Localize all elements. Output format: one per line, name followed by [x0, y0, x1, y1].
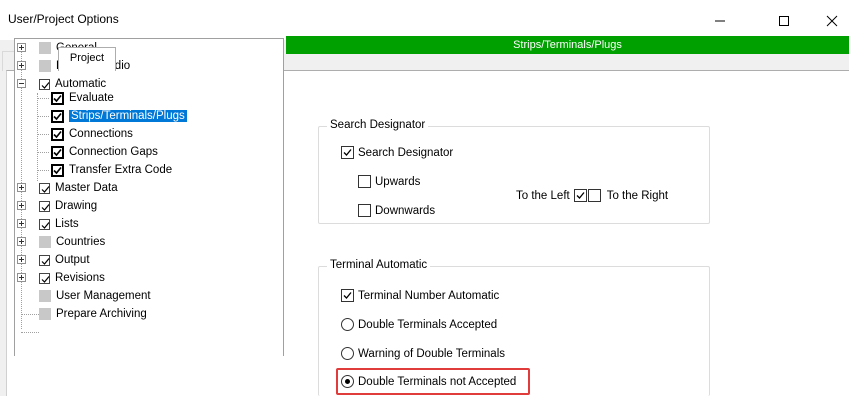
- check-icon: [51, 127, 64, 141]
- tree-item-label: Transfer Extra Code: [69, 164, 173, 176]
- expand-icon[interactable]: [17, 61, 26, 70]
- checkbox-label: Terminal Number Automatic: [358, 289, 500, 302]
- state-box: [39, 42, 51, 54]
- minimize-button[interactable]: [698, 6, 742, 36]
- search-designator-checkbox[interactable]: Search Designator: [341, 146, 453, 159]
- radio-warning-of-double-terminals[interactable]: Warning of Double Terminals: [341, 347, 505, 360]
- tree-item-countries[interactable]: Countries: [39, 233, 105, 251]
- tree-item-label: Connection Gaps: [69, 146, 158, 158]
- tree-item-connections[interactable]: Connections: [51, 125, 133, 143]
- checkbox-checked-icon: [341, 289, 354, 302]
- radio-double-terminals-accepted[interactable]: Double Terminals Accepted: [341, 318, 497, 331]
- check-icon: [39, 254, 50, 266]
- downwards-checkbox[interactable]: Downwards: [358, 204, 435, 217]
- to-the-right-checkbox[interactable]: [587, 189, 601, 202]
- check-icon: [51, 109, 64, 123]
- tree-item-master-data[interactable]: Master Data: [39, 179, 118, 197]
- checkbox-unchecked-icon: [358, 204, 371, 217]
- tab-project[interactable]: Project: [58, 47, 116, 71]
- expand-icon[interactable]: [17, 201, 26, 210]
- terminal-number-automatic-checkbox[interactable]: Terminal Number Automatic: [341, 289, 499, 302]
- check-icon: [39, 218, 50, 230]
- panel-header: Strips/Terminals/Plugs: [286, 36, 849, 54]
- group-title: Terminal Automatic: [327, 259, 431, 271]
- highlight-box: [336, 368, 530, 395]
- expand-icon[interactable]: [17, 237, 26, 246]
- tree-item-revisions[interactable]: Revisions: [39, 269, 105, 287]
- minimize-icon: [715, 20, 725, 22]
- upwards-checkbox[interactable]: Upwards: [358, 175, 420, 188]
- tree-item-label: User Management: [56, 290, 151, 302]
- tree-item-lists[interactable]: Lists: [39, 215, 79, 233]
- checkbox-label: Downwards: [375, 204, 436, 217]
- to-the-right-label: To the Right: [606, 189, 669, 202]
- checkbox-checked-icon: [341, 146, 354, 159]
- checkbox-label: Upwards: [375, 175, 421, 188]
- tree-item-output[interactable]: Output: [39, 251, 90, 269]
- checkbox-unchecked-icon: [358, 175, 371, 188]
- radio-label: Warning of Double Terminals: [358, 347, 506, 360]
- tree-item-drawing[interactable]: Drawing: [39, 197, 97, 215]
- tree-item-strips-terminals-plugs[interactable]: Strips/Terminals/Plugs: [51, 107, 187, 125]
- window-title: User/Project Options: [8, 12, 119, 26]
- tree-item-label: Drawing: [55, 200, 98, 212]
- check-icon: [39, 182, 50, 194]
- tree-item-transfer-extra-code[interactable]: Transfer Extra Code: [51, 161, 172, 179]
- collapse-icon[interactable]: [17, 79, 26, 88]
- expand-icon[interactable]: [17, 219, 26, 228]
- expand-icon[interactable]: [17, 183, 26, 192]
- to-the-left-label: To the Left: [516, 189, 570, 202]
- options-tree[interactable]: General ELCAD Studio Automatic Evaluate …: [14, 38, 284, 356]
- tree-item-label: Output: [55, 254, 90, 266]
- tree-item-label: Lists: [55, 218, 79, 230]
- to-the-left-checkbox[interactable]: [573, 189, 587, 202]
- expand-icon[interactable]: [17, 43, 26, 52]
- check-icon: [51, 145, 64, 159]
- tree-item-label: Strips/Terminals/Plugs: [69, 110, 187, 122]
- close-button[interactable]: [810, 6, 849, 36]
- group-title: Search Designator: [327, 119, 429, 131]
- radio-icon: [341, 347, 354, 360]
- check-icon: [39, 272, 50, 284]
- maximize-button[interactable]: [762, 6, 806, 36]
- maximize-icon: [779, 16, 789, 26]
- check-icon: [51, 91, 64, 105]
- radio-label: Double Terminals Accepted: [358, 318, 498, 331]
- expand-icon[interactable]: [17, 255, 26, 264]
- title-bar: User/Project Options: [0, 0, 849, 40]
- tree-item-label: Countries: [56, 236, 106, 248]
- state-box: [39, 308, 51, 320]
- tree-item-label: Master Data: [55, 182, 118, 194]
- tree-item-prepare-archiving[interactable]: Prepare Archiving: [39, 305, 147, 323]
- tree-item-evaluate[interactable]: Evaluate: [51, 89, 114, 107]
- tree-item-label: Connections: [69, 128, 133, 140]
- check-icon: [39, 78, 50, 90]
- checkbox-label: Search Designator: [358, 146, 454, 159]
- direction-selector: To the Left To the Right: [516, 189, 668, 202]
- check-icon: [51, 163, 64, 177]
- tree-item-label: Prepare Archiving: [56, 308, 147, 320]
- tree-item-user-management[interactable]: User Management: [39, 287, 151, 305]
- state-box: [39, 290, 51, 302]
- tree-item-connection-gaps[interactable]: Connection Gaps: [51, 143, 158, 161]
- state-box: [39, 60, 51, 72]
- expand-icon[interactable]: [17, 273, 26, 282]
- tree-item-label: Evaluate: [69, 92, 114, 104]
- close-icon: [826, 15, 838, 27]
- tree-item-label: Revisions: [55, 272, 105, 284]
- check-icon: [39, 200, 50, 212]
- radio-icon: [341, 318, 354, 331]
- state-box: [39, 236, 51, 248]
